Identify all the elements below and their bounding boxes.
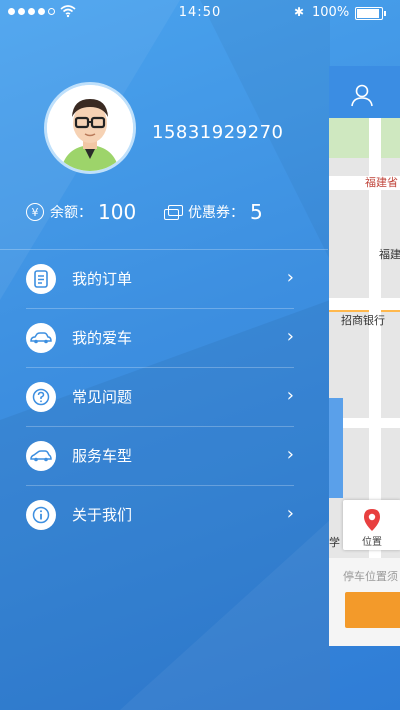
map-label: 福建省 (365, 176, 398, 189)
question-icon (26, 382, 56, 412)
account-stats: ¥ 余额： 100 优惠券： 5 (26, 200, 326, 230)
coupon-value: 5 (250, 200, 263, 224)
menu-item-label: 我的爱车 (72, 329, 133, 347)
car-type-icon (26, 441, 56, 471)
map-water-area (329, 398, 343, 498)
menu-item-label: 关于我们 (72, 506, 133, 524)
status-bar: 14:50 ✱ 100% (0, 0, 400, 26)
battery-icon (355, 7, 386, 20)
chevron-right-icon: › (286, 503, 294, 524)
bottom-sheet: 停车位置须 (329, 558, 400, 646)
balance-value: 100 (98, 200, 137, 224)
menu-item-orders[interactable]: 我的订单 › (0, 250, 328, 309)
main-screen-header (329, 66, 400, 118)
battery-percentage: 100% (312, 5, 350, 20)
map-road (329, 298, 400, 312)
balance-label: 余额： (50, 205, 92, 221)
main-screen-preview[interactable]: 福建省 福建 招商银行 学 停车位置须 (329, 66, 400, 646)
map-label: 学 (329, 536, 340, 549)
menu-item-faq[interactable]: 常见问题 › (0, 368, 328, 427)
menu-item-my-car[interactable]: 我的爱车 › (0, 309, 328, 368)
primary-action-button[interactable] (345, 592, 400, 628)
order-icon (26, 264, 56, 294)
menu-item-label: 常见问题 (72, 388, 133, 406)
coupon-label: 优惠券： (188, 205, 244, 221)
map-label: 福建 (379, 248, 400, 261)
chevron-right-icon: › (286, 326, 294, 347)
chevron-right-icon: › (286, 267, 294, 288)
user-phone-number: 15831929270 (152, 122, 284, 143)
avatar[interactable] (44, 82, 136, 174)
map-view[interactable]: 福建省 福建 招商银行 学 (329, 118, 400, 558)
coupon-stat[interactable]: 优惠券： 5 (164, 200, 263, 224)
location-button[interactable]: 位置 (343, 500, 400, 550)
menu-item-about-us[interactable]: 关于我们 › (0, 486, 328, 545)
menu-item-label: 我的订单 (72, 270, 133, 288)
chevron-right-icon: › (286, 444, 294, 465)
coupon-icon (164, 205, 183, 220)
car-icon (26, 323, 56, 353)
menu-item-service-car-types[interactable]: 服务车型 › (0, 427, 328, 486)
user-avatar-illustration (47, 85, 133, 171)
map-park-area (329, 118, 400, 158)
location-button-label: 位置 (362, 537, 382, 548)
yuan-coin-icon: ¥ (26, 203, 44, 221)
balance-stat[interactable]: ¥ 余额： 100 (26, 200, 136, 224)
map-label: 招商银行 (341, 314, 385, 327)
user-icon[interactable] (349, 82, 375, 108)
parking-location-hint: 停车位置须 (343, 570, 398, 583)
bluetooth-icon: ✱ (294, 5, 305, 19)
side-menu: 我的订单 › 我的爱车 › 常见问题 › 服务车型 › 关于我们 › (0, 250, 328, 545)
chevron-right-icon: › (286, 385, 294, 406)
menu-item-label: 服务车型 (72, 447, 133, 465)
info-icon (26, 500, 56, 530)
map-pin-icon (364, 509, 380, 531)
